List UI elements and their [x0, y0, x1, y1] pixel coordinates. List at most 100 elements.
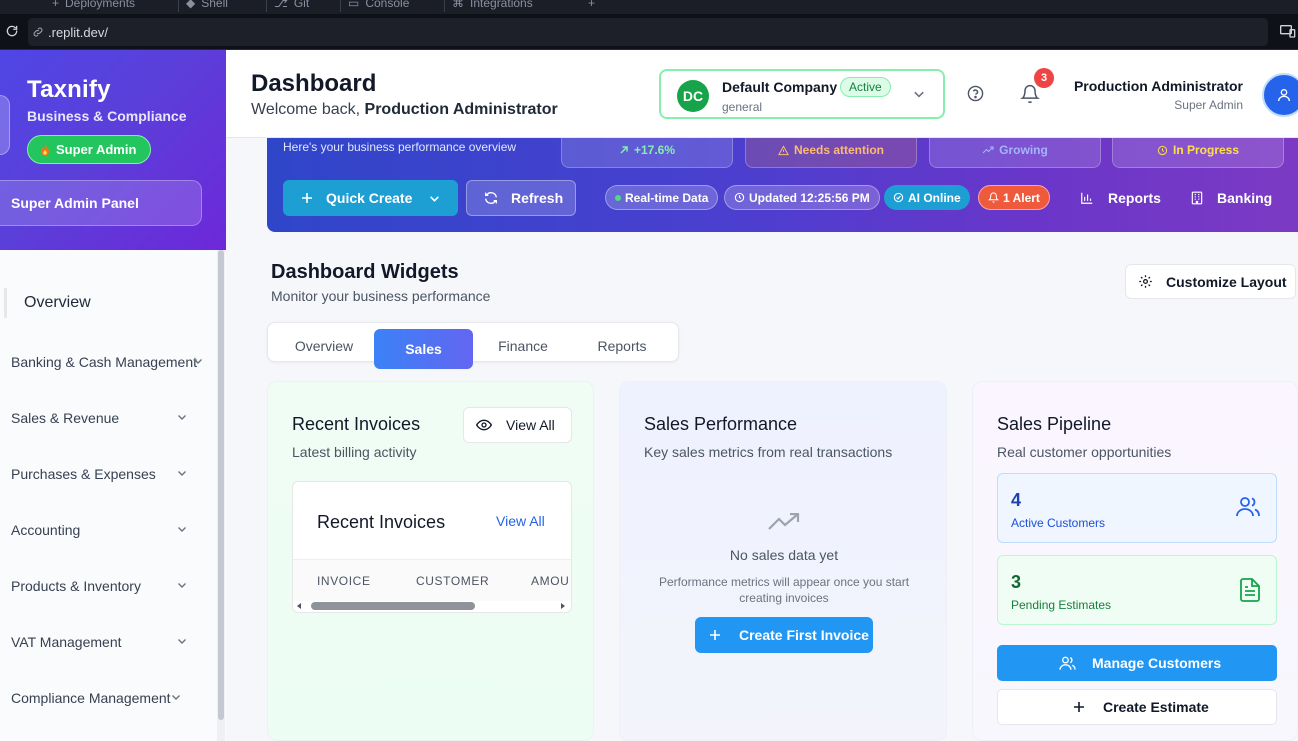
- sidebar-item-products[interactable]: Products & Inventory: [11, 576, 207, 596]
- tab-shell[interactable]: ◆ Shell: [186, 0, 228, 12]
- company-name: Default Company: [722, 79, 838, 95]
- link-icon: [32, 26, 44, 38]
- metric-label: Pending Estimates: [1011, 598, 1112, 612]
- banking-link[interactable]: Banking: [1191, 190, 1272, 206]
- tab-git[interactable]: ⎇ Git: [274, 0, 309, 12]
- brand-subtitle: Business & Compliance: [27, 108, 187, 124]
- tab-integrations[interactable]: ⌘ Integrations: [452, 0, 533, 12]
- sales-performance-card: Sales Performance Key sales metrics from…: [619, 381, 947, 741]
- super-admin-panel-button[interactable]: Super Admin Panel: [0, 180, 202, 226]
- tab-deployments[interactable]: + Deployments: [52, 0, 135, 12]
- column-header-customer[interactable]: CUSTOMER: [416, 574, 489, 588]
- sidebar-item-overview[interactable]: Overview: [4, 288, 216, 318]
- sidebar-collapse-handle[interactable]: [0, 95, 10, 155]
- sidebar-item-purchases[interactable]: Purchases & Expenses: [11, 464, 207, 484]
- tab-separator: [266, 0, 267, 12]
- pending-estimates-metric[interactable]: 3 Pending Estimates: [997, 555, 1277, 625]
- card-subtitle: Real customer opportunities: [997, 444, 1172, 460]
- stat-in-progress: In Progress: [1112, 138, 1284, 168]
- stat-revenue-growth: +17.6%: [561, 138, 733, 168]
- create-first-invoice-button[interactable]: Create First Invoice: [695, 617, 873, 653]
- building-icon: [1191, 191, 1203, 205]
- active-customers-metric[interactable]: 4 Active Customers: [997, 473, 1277, 543]
- sidebar-scrollbar[interactable]: [217, 250, 225, 741]
- sidebar-item-banking[interactable]: Banking & Cash Management: [11, 352, 207, 372]
- empty-state-text: Performance metrics will appear once you…: [658, 575, 910, 605]
- clock-icon: [734, 192, 745, 203]
- top-header: Dashboard Welcome back, Production Admin…: [226, 50, 1298, 138]
- plus-icon: +: [52, 0, 60, 10]
- live-dot-icon: [615, 194, 621, 201]
- panel-title: Recent Invoices: [317, 512, 446, 532]
- hero-subtitle: Here's your business performance overvie…: [283, 140, 517, 154]
- help-icon[interactable]: [967, 85, 984, 102]
- chevron-down-icon: [177, 524, 187, 534]
- view-all-link[interactable]: View All: [496, 513, 545, 529]
- widgets-title: Dashboard Widgets: [271, 261, 459, 283]
- sidebar-item-vat[interactable]: VAT Management: [11, 632, 207, 652]
- sidebar-nav: [0, 250, 226, 741]
- reports-link[interactable]: Reports: [1080, 190, 1161, 206]
- gear-icon: [1138, 274, 1153, 289]
- sidebar-header: Taxnify Business & Compliance Super Admi…: [0, 50, 226, 250]
- alert-chip[interactable]: 1 Alert: [978, 185, 1050, 210]
- bell-icon: [988, 192, 999, 203]
- notification-count-badge: 3: [1034, 68, 1054, 88]
- chevron-down-icon: [177, 468, 187, 478]
- card-title: Recent Invoices: [292, 414, 421, 434]
- last-updated-chip: Updated 12:25:56 PM: [724, 185, 880, 210]
- tab-overview[interactable]: Overview: [276, 329, 372, 363]
- plus-icon: [1073, 701, 1085, 713]
- clock-icon: [1157, 145, 1168, 156]
- tab-separator: [178, 0, 179, 12]
- flame-icon: [40, 143, 50, 156]
- sidebar-item-sales[interactable]: Sales & Revenue: [11, 408, 207, 428]
- eye-icon: [476, 419, 492, 431]
- create-estimate-button[interactable]: Create Estimate: [997, 689, 1277, 725]
- scrollbar-thumb[interactable]: [218, 250, 224, 720]
- browser-url-bar: .replit.dev/: [0, 14, 1298, 50]
- reload-icon[interactable]: [5, 24, 19, 38]
- realtime-data-chip: Real-time Data: [605, 185, 719, 210]
- column-header-amount[interactable]: AMOU: [531, 574, 569, 588]
- tab-console[interactable]: ▭ Console: [348, 0, 409, 12]
- sales-pipeline-card: Sales Pipeline Real customer opportuniti…: [972, 381, 1298, 741]
- chevron-down-icon: [177, 412, 187, 422]
- manage-customers-button[interactable]: Manage Customers: [997, 645, 1277, 681]
- card-title: Sales Pipeline: [997, 414, 1112, 434]
- metric-label: Active Customers: [1011, 516, 1106, 530]
- bell-icon[interactable]: [1020, 84, 1040, 104]
- devices-icon[interactable]: [1280, 24, 1296, 38]
- recent-invoices-card: Recent Invoices Latest billing activity …: [267, 381, 594, 741]
- new-tab-button[interactable]: +: [588, 0, 595, 12]
- url-text: .replit.dev/: [48, 24, 108, 40]
- widget-tabs: Overview Sales Finance Reports: [267, 322, 679, 369]
- users-icon: [1059, 656, 1076, 671]
- sidebar-item-compliance[interactable]: Compliance Management: [11, 688, 207, 708]
- company-status-badge: Active: [840, 77, 891, 97]
- tab-sales[interactable]: Sales: [374, 329, 473, 369]
- address-field[interactable]: .replit.dev/: [28, 18, 1268, 46]
- ai-status-chip: AI Online: [884, 185, 970, 210]
- user-avatar[interactable]: [1262, 73, 1298, 117]
- sidebar-item-label: Compliance Management: [11, 690, 171, 706]
- shell-icon: ◆: [186, 0, 196, 10]
- quick-create-button[interactable]: Quick Create: [283, 180, 458, 216]
- company-selector[interactable]: DC Default Company Active general: [659, 69, 945, 119]
- tab-reports[interactable]: Reports: [574, 329, 670, 363]
- trending-up-icon: [982, 145, 994, 155]
- metric-value: 3: [1011, 572, 1022, 592]
- widgets-subtitle: Monitor your business performance: [271, 288, 491, 304]
- tab-finance[interactable]: Finance: [475, 329, 571, 363]
- customize-layout-button[interactable]: Customize Layout: [1125, 264, 1296, 299]
- horizontal-scrollbar[interactable]: [297, 600, 567, 612]
- stat-needs-attention: Needs attention: [745, 138, 917, 168]
- integrations-icon: ⌘: [452, 0, 464, 10]
- browser-tabstrip: + Deployments ◆ Shell ⎇ Git ▭ Console ⌘ Integ…: [0, 0, 1298, 14]
- warning-icon: [778, 144, 789, 156]
- metric-value: 4: [1011, 490, 1022, 510]
- view-all-button[interactable]: View All: [463, 407, 572, 443]
- refresh-button[interactable]: Refresh: [466, 180, 576, 216]
- sidebar-item-accounting[interactable]: Accounting: [11, 520, 207, 540]
- column-header-invoice[interactable]: INVOICE: [317, 574, 371, 588]
